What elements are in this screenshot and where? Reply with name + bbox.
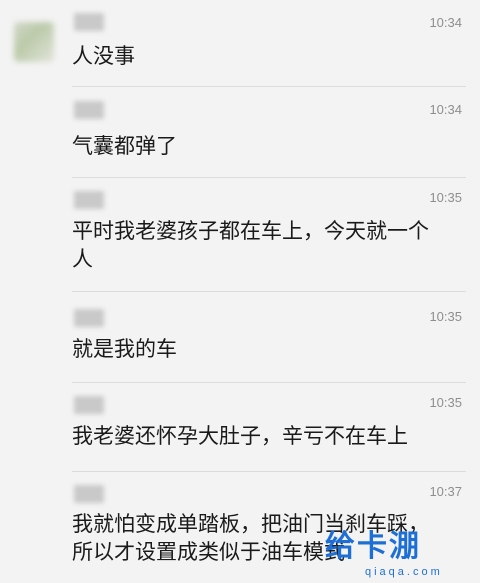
message-text: 我老婆还怀孕大肚子，辛亏不在车上: [72, 424, 408, 448]
watermark-logo: 给卡淜 qiaqa.com: [325, 530, 475, 580]
message-time: 10:35: [429, 190, 462, 205]
sender-name-blurred: [74, 101, 104, 119]
sender-name-blurred: [74, 309, 104, 327]
divider: [72, 86, 466, 87]
avatar[interactable]: [14, 22, 54, 62]
message-text: 就是我的车: [72, 337, 177, 361]
sender-name-blurred: [74, 485, 104, 503]
sender-name-blurred: [74, 396, 104, 414]
chat-history: 10:34 人没事 10:34 气囊都弹了 10:35 平时我老婆孩子都在车上，…: [0, 0, 480, 583]
message-text: 气囊都弹了: [72, 134, 177, 158]
watermark-url: qiaqa.com: [365, 566, 443, 578]
sender-name-blurred: [74, 13, 104, 31]
message-time: 10:35: [429, 309, 462, 324]
message-time: 10:35: [429, 395, 462, 410]
watermark-logo-text: 给卡淜: [325, 529, 421, 564]
message-time: 10:34: [429, 102, 462, 117]
divider: [72, 291, 466, 292]
sender-name-blurred: [74, 191, 104, 209]
divider: [72, 382, 466, 383]
message-text: 人没事: [72, 44, 135, 68]
divider: [72, 471, 466, 472]
message-time: 10:37: [429, 484, 462, 499]
message-text: 平时我老婆孩子都在车上，今天就一个 人: [72, 219, 429, 271]
divider: [72, 177, 466, 178]
message-time: 10:34: [429, 15, 462, 30]
